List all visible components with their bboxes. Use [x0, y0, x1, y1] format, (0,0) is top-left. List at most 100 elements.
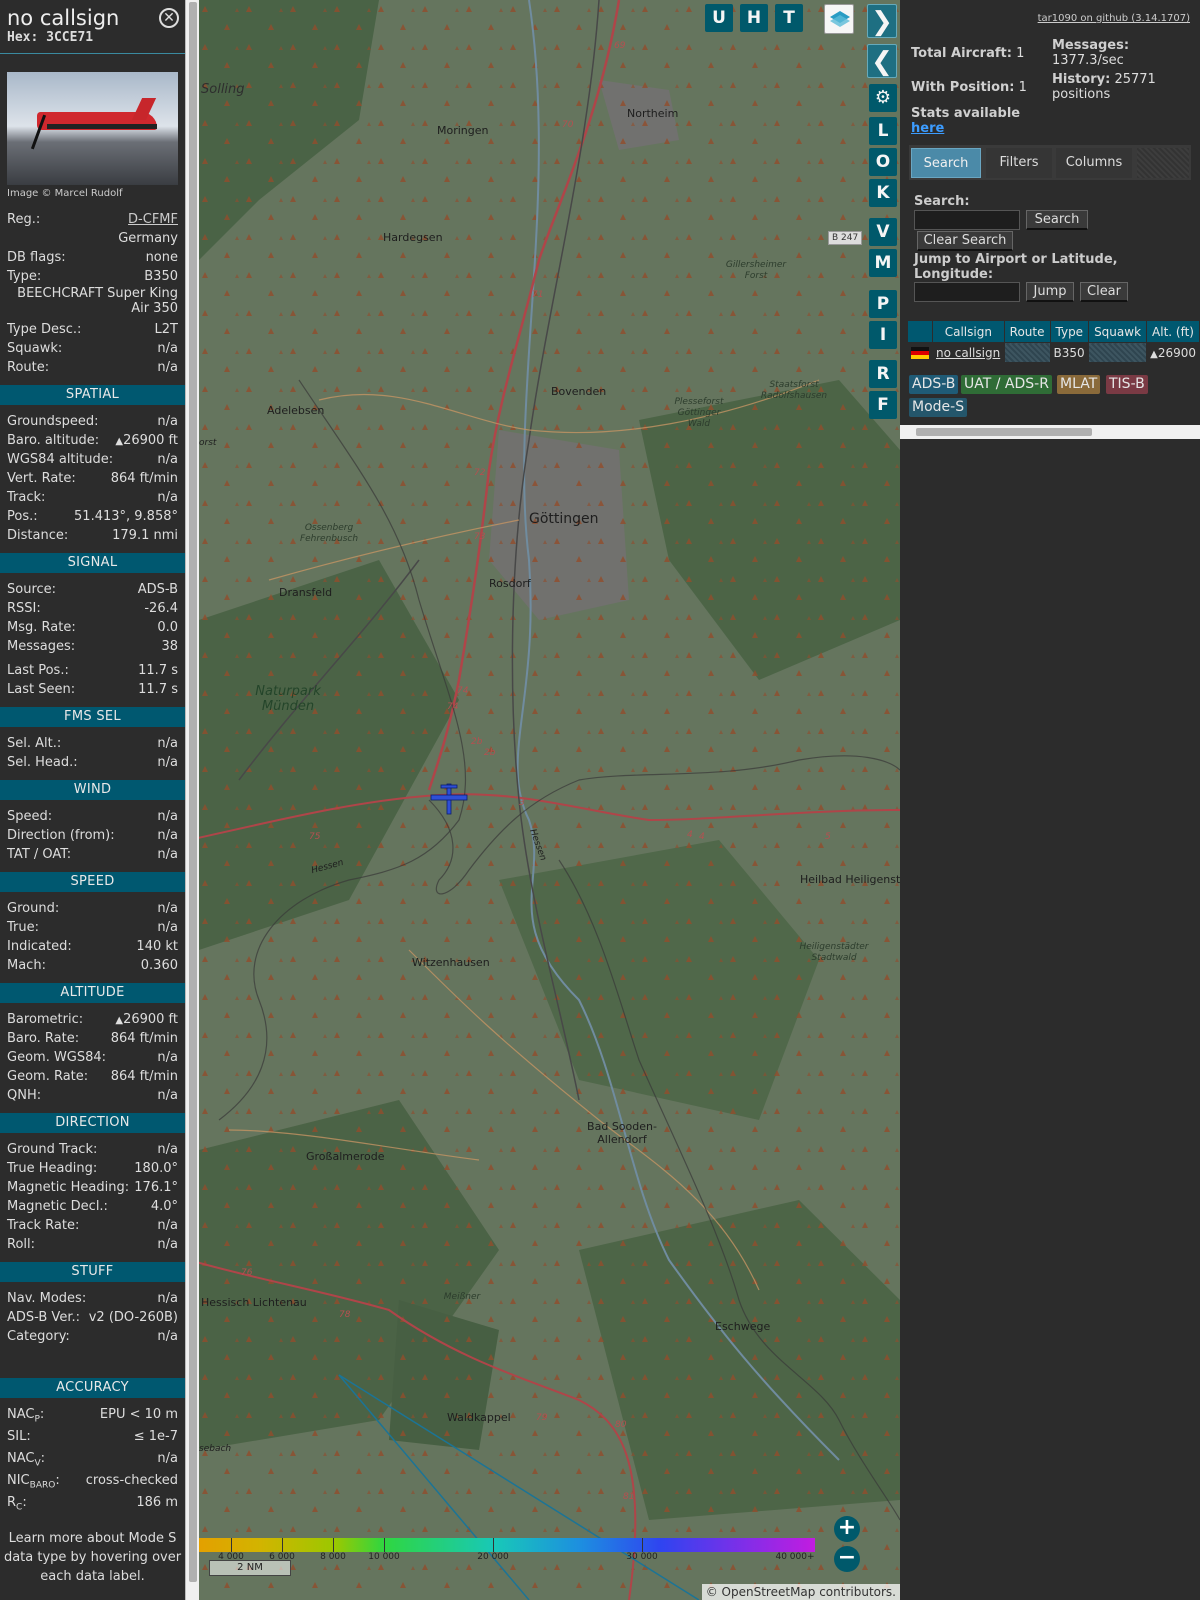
collapse-left-icon[interactable]: ❮ [867, 44, 897, 78]
info-hex: Hex: 3CCE71 [7, 30, 94, 45]
category-label: Category: [7, 1329, 70, 1344]
col-type[interactable]: Type [1049, 320, 1090, 343]
messages-rate: Messages: 1377.3/sec [1052, 38, 1130, 68]
aircraft-photo[interactable] [7, 72, 178, 185]
clear-button[interactable]: Clear [1080, 282, 1128, 302]
clear-search-button[interactable]: Clear Search [917, 231, 1013, 251]
selalt-row: Sel. Alt.: n/a [0, 734, 185, 753]
jump-button[interactable]: Jump [1026, 282, 1074, 302]
adsb-ver-label: ADS-B Ver.: [7, 1310, 80, 1325]
nicbaro-row: NICBARO: cross-checked [0, 1471, 185, 1493]
button-i[interactable]: I [869, 321, 897, 349]
label-naturpark: Naturpark Münden [255, 684, 321, 714]
geom-value: n/a [157, 1050, 178, 1065]
nav-value: n/a [157, 1291, 178, 1306]
stats-link[interactable]: here [911, 121, 944, 136]
col-squawk[interactable]: Squawk [1088, 320, 1148, 343]
label-staatsforst: Staatsforst Radolfshausen [760, 380, 828, 401]
source-adsb[interactable]: ADS-B [909, 375, 959, 394]
search-label: Search: [914, 194, 970, 209]
barometric-value: 26900 ft [123, 1012, 178, 1027]
label-rosdorf: Rosdorf [489, 577, 531, 590]
col-alt[interactable]: Alt. (ft) [1146, 320, 1200, 343]
track-row: Track: n/a [0, 488, 185, 507]
lastseen-label: Last Seen: [7, 682, 76, 697]
thead-value: 180.0° [134, 1161, 178, 1176]
wind-dir-label: Direction (from): [7, 828, 115, 843]
road-78: 78 [339, 1310, 351, 1320]
speed-true-row: True: n/a [0, 918, 185, 937]
altitude-legend: 4 000 6 000 8 000 10 000 20 000 30 000 4… [199, 1538, 819, 1566]
vert-rate-label: Vert. Rate: [7, 471, 76, 486]
map-view[interactable]: Solling Moringen Northeim Hardegsen Bove… [199, 0, 900, 1600]
label-eschwege: Eschwege [715, 1320, 771, 1333]
speed-indicated-label: Indicated: [7, 939, 72, 954]
github-link[interactable]: tar1090 on github (3.14.1707) [1038, 13, 1190, 24]
jump-input[interactable] [914, 282, 1020, 302]
mach-value: 0.360 [140, 958, 178, 973]
button-k[interactable]: K [869, 179, 897, 207]
reg-link[interactable]: D-CFMF [128, 212, 178, 227]
lastseen-value: 11.7 s [138, 682, 178, 697]
vert-rate-row: Vert. Rate: 864 ft/min [0, 469, 185, 488]
groundspeed-value: n/a [157, 414, 178, 429]
button-t[interactable]: T [775, 4, 803, 32]
label-grossalmerode: Großalmerode [306, 1150, 385, 1163]
map-attribution[interactable]: © OpenStreetMap contributors. [701, 1584, 900, 1600]
section-speed: SPEED [0, 872, 185, 892]
table-hscrollbar[interactable] [900, 425, 1200, 439]
search-input[interactable] [914, 210, 1020, 230]
button-v[interactable]: V [869, 218, 897, 246]
source-mlat[interactable]: MLAT [1057, 375, 1101, 394]
pos-row: Pos.: 51.413°, 9.858° [0, 507, 185, 526]
section-direction: DIRECTION [0, 1113, 185, 1133]
table-row[interactable]: no callsign B350 ▲26900 [907, 342, 1200, 363]
zoom-in-button[interactable]: + [834, 1516, 860, 1542]
tab-columns[interactable]: Columns [1056, 148, 1132, 178]
source-modes[interactable]: Mode-S [909, 398, 968, 417]
expand-right-icon[interactable]: ❯ [867, 4, 897, 38]
info-scrollbar[interactable] [185, 0, 199, 1600]
row-route [1003, 342, 1051, 363]
info-scrollbar-thumb[interactable] [189, 2, 197, 1582]
layers-icon[interactable] [824, 4, 854, 34]
selhead-row: Sel. Head.: n/a [0, 753, 185, 772]
button-u[interactable]: U [705, 4, 733, 32]
route-value: n/a [157, 360, 178, 375]
adsb-ver-value: v2 (DO-260B) [88, 1310, 178, 1325]
groundspeed-label: Groundspeed: [7, 414, 99, 429]
button-r[interactable]: R [869, 360, 897, 388]
row-callsign[interactable]: no callsign [936, 346, 1000, 360]
zoom-out-button[interactable]: − [834, 1546, 860, 1572]
button-l[interactable]: L [869, 117, 897, 145]
source-tisb[interactable]: TIS-B [1106, 375, 1148, 394]
col-callsign[interactable]: Callsign [932, 320, 1005, 343]
image-credit: Image © Marcel Rudolf [7, 188, 123, 199]
button-p[interactable]: P [869, 290, 897, 318]
tar1090-app: no callsign Hex: 3CCE71 ✕ Image © Marcel… [0, 0, 1200, 1600]
road-2b-2: 2b [484, 748, 496, 758]
baro-altitude-row: Baro. altitude: ▲26900 ft [0, 431, 185, 450]
selalt-value: n/a [157, 736, 178, 751]
label-northeim: Northeim [627, 107, 679, 120]
tab-filters[interactable]: Filters [986, 148, 1052, 178]
trate-value: n/a [157, 1218, 178, 1233]
wind-speed-row: Speed: n/a [0, 807, 185, 826]
gear-icon[interactable]: ⚙ [869, 84, 897, 112]
button-m[interactable]: M [869, 249, 897, 277]
dbflags-label: DB flags: [7, 250, 66, 265]
speed-true-value: n/a [157, 920, 178, 935]
category-row: Category: n/a [0, 1327, 185, 1346]
table-hscrollbar-thumb[interactable] [916, 428, 1092, 436]
close-icon[interactable]: ✕ [159, 8, 179, 28]
trate-label: Track Rate: [7, 1218, 80, 1233]
col-route[interactable]: Route [1003, 320, 1051, 343]
button-f[interactable]: F [869, 391, 897, 419]
tab-search[interactable]: Search [911, 148, 981, 178]
search-button[interactable]: Search [1026, 210, 1088, 230]
typedesc-label: Type Desc.: [7, 322, 82, 337]
source-uat[interactable]: UAT / ADS-R [961, 375, 1052, 394]
col-flag[interactable] [907, 320, 933, 343]
button-o[interactable]: O [869, 148, 897, 176]
button-h[interactable]: H [740, 4, 768, 32]
